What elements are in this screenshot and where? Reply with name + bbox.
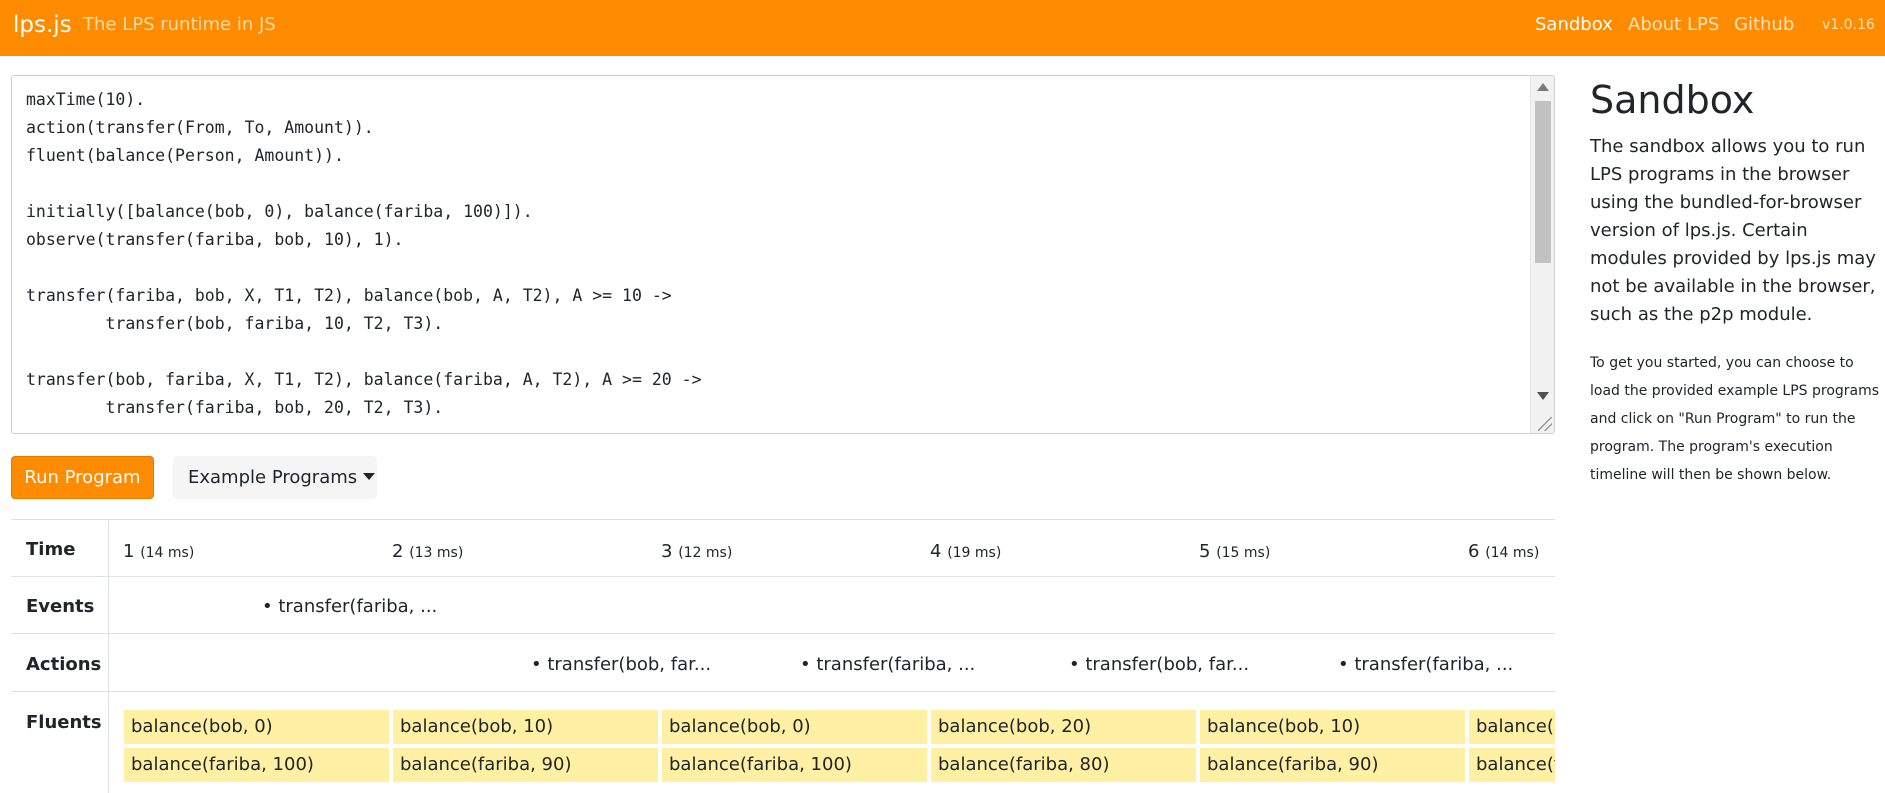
time-tick: 4 (19 ms): [930, 541, 1002, 562]
sidebar-description: The sandbox allows you to run LPS progra…: [1590, 136, 1876, 325]
fluent-cell: balance(bob, 0): [124, 710, 389, 744]
column-divider: [108, 519, 109, 793]
version-label: v1.0.16: [1822, 17, 1875, 33]
caret-down-icon: [363, 473, 376, 480]
nav-link-sandbox[interactable]: Sandbox: [1535, 14, 1613, 35]
row-label-events: Events: [26, 596, 95, 617]
execution-timeline: Time Events Actions Fluents 1 (14 ms) 2 …: [11, 519, 1555, 793]
run-program-button[interactable]: Run Program: [11, 456, 154, 499]
time-tick: 5 (15 ms): [1199, 541, 1271, 562]
fluent-cell: balance(fariba, 80): [931, 748, 1196, 782]
time-tick: 6 (14 ms): [1468, 541, 1540, 562]
time-tick: 2 (13 ms): [392, 541, 464, 562]
action-item[interactable]: • transfer(bob, far...: [531, 654, 711, 675]
fluent-cell: balance(fariba, 90): [393, 748, 658, 782]
resize-grip-icon[interactable]: [1538, 417, 1552, 431]
fluent-cell: balance(b: [1469, 710, 1555, 744]
row-label-fluents: Fluents: [26, 712, 102, 733]
row-divider: [11, 576, 1555, 577]
brand-tagline: The LPS runtime in JS: [83, 14, 276, 35]
example-programs-dropdown[interactable]: Example Programs: [173, 456, 377, 499]
row-divider: [11, 691, 1555, 692]
row-label-time: Time: [26, 539, 76, 560]
fluent-cell: balance(fariba, 100): [124, 748, 389, 782]
brand-logo[interactable]: lps.js: [13, 12, 72, 38]
fluent-cell: balance(f: [1469, 748, 1555, 782]
event-item[interactable]: • transfer(fariba, ...: [262, 596, 437, 617]
sidebar-title: Sandbox: [1590, 78, 1755, 122]
nav-link-about-lps[interactable]: About LPS: [1628, 14, 1719, 35]
fluent-cell: balance(bob, 20): [931, 710, 1196, 744]
action-item[interactable]: • transfer(fariba, ...: [1338, 654, 1513, 675]
row-label-actions: Actions: [26, 654, 102, 675]
fluent-cell: balance(bob, 10): [1200, 710, 1465, 744]
row-divider: [11, 633, 1555, 634]
time-tick: 1 (14 ms): [123, 541, 195, 562]
program-code[interactable]: maxTime(10). action(transfer(From, To, A…: [26, 86, 1524, 422]
fluent-cell: balance(bob, 10): [393, 710, 658, 744]
fluent-cell: balance(fariba, 90): [1200, 748, 1465, 782]
editor-scrollbar[interactable]: [1530, 76, 1554, 433]
scrollbar-thumb[interactable]: [1535, 101, 1551, 263]
program-editor[interactable]: maxTime(10). action(transfer(From, To, A…: [11, 75, 1555, 434]
scroll-up-arrow-icon[interactable]: [1537, 83, 1549, 91]
action-item[interactable]: • transfer(bob, far...: [1069, 654, 1249, 675]
fluent-cell: balance(bob, 0): [662, 710, 927, 744]
sidebar-help-text: To get you started, you can choose to lo…: [1590, 355, 1880, 483]
nav-link-github[interactable]: Github: [1734, 14, 1794, 35]
action-item[interactable]: • transfer(fariba, ...: [800, 654, 975, 675]
fluent-cell: balance(fariba, 100): [662, 748, 927, 782]
top-navbar: lps.js The LPS runtime in JS Sandbox Abo…: [0, 0, 1885, 56]
time-tick: 3 (12 ms): [661, 541, 733, 562]
scroll-down-arrow-icon[interactable]: [1537, 392, 1549, 400]
example-programs-label: Example Programs: [188, 467, 358, 488]
row-divider: [11, 519, 1555, 520]
